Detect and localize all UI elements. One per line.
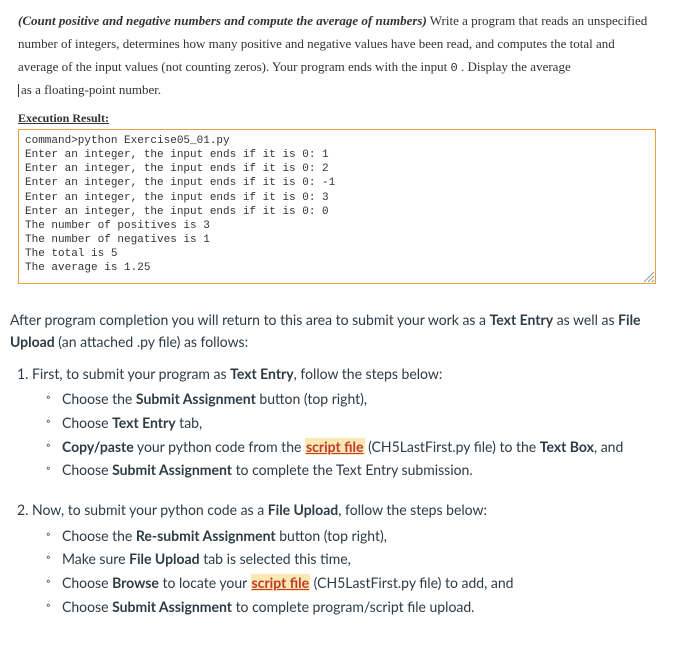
bullet-bold: Browse	[112, 574, 159, 591]
bullet-text: Choose	[62, 461, 112, 478]
bullet-bold: Text Box	[540, 438, 594, 455]
step-text: Now, to submit your python code as a	[32, 501, 268, 518]
bullet-text: Choose	[62, 598, 112, 615]
bullet-text: to locate your	[159, 574, 251, 591]
list-item: Copy/paste your python code from the scr…	[50, 436, 664, 458]
problem-title: (Count positive and negative numbers and…	[18, 13, 427, 28]
bullet-text: Choose	[62, 574, 112, 591]
bullet-text: , and	[594, 438, 623, 455]
bullet-text: tab,	[176, 414, 203, 431]
step-2: Now, to submit your python code as a Fil…	[32, 499, 664, 617]
exec-line: command>python Exercise05_01.py	[25, 135, 230, 147]
exec-line: Enter an integer, the input ends if it i…	[25, 163, 329, 175]
exec-line: The average is 1.25	[25, 262, 150, 274]
intro-paragraph: After program completion you will return…	[10, 309, 664, 352]
step-1-bullets: Choose the Submit Assignment button (top…	[32, 388, 664, 481]
submission-instructions: After program completion you will return…	[0, 284, 674, 649]
exec-line: The total is 5	[25, 248, 117, 260]
bullet-bold: Text Entry	[112, 414, 176, 431]
step-text: , follow the steps below:	[294, 365, 443, 382]
problem-body-3: as a floating-point number.	[21, 82, 161, 97]
bullet-text: your python code from the	[134, 438, 305, 455]
text-cursor	[18, 84, 19, 97]
bullet-text: button (top right),	[276, 527, 387, 544]
step-text: , follow the steps below:	[338, 501, 487, 518]
list-item: Make sure File Upload tab is selected th…	[50, 548, 664, 570]
resize-grip-icon[interactable]	[641, 269, 655, 283]
intro-text: After program completion you will return…	[10, 311, 490, 328]
execution-result-heading: Execution Result:	[18, 111, 674, 126]
list-item: Choose the Re-submit Assignment button (…	[50, 525, 664, 547]
bullet-text: Choose	[62, 414, 112, 431]
highlight-script-file: script file	[305, 438, 365, 455]
step-bold: Text Entry	[230, 365, 294, 382]
bullet-bold: File Upload	[129, 550, 200, 567]
step-1: First, to submit your program as Text En…	[32, 363, 664, 481]
bullet-text: (CH5LastFirst.py file) to the	[365, 438, 540, 455]
intro-bold-text-entry: Text Entry	[490, 311, 554, 328]
step-bold: File Upload	[268, 501, 339, 518]
bullet-bold: Submit Assignment	[112, 598, 232, 615]
step-2-bullets: Choose the Re-submit Assignment button (…	[32, 525, 664, 618]
bullet-text: Choose the	[62, 390, 136, 407]
exec-line: The number of positives is 3	[25, 220, 210, 232]
list-item: Choose Text Entry tab,	[50, 412, 664, 434]
step-text: First, to submit your program as	[32, 365, 230, 382]
list-item: Choose the Submit Assignment button (top…	[50, 388, 664, 410]
execution-output-box: command>python Exercise05_01.py Enter an…	[18, 129, 656, 284]
list-item: Choose Submit Assignment to complete pro…	[50, 596, 664, 618]
list-item: Choose Browse to locate your script file…	[50, 572, 664, 594]
bullet-text: tab is selected this time,	[200, 550, 351, 567]
exec-line: Enter an integer, the input ends if it i…	[25, 149, 329, 161]
highlight-script-file: script file	[251, 574, 311, 591]
bullet-text: to complete the Text Entry submission.	[232, 461, 473, 478]
problem-body-2: . Display the average	[458, 59, 571, 74]
exec-line: Enter an integer, the input ends if it i…	[25, 206, 329, 218]
problem-zero: 0	[451, 61, 458, 75]
bullet-text: (CH5LastFirst.py file) to add, and	[310, 574, 513, 591]
exec-line: Enter an integer, the input ends if it i…	[25, 177, 335, 189]
problem-statement: (Count positive and negative numbers and…	[0, 0, 674, 105]
exec-line: Enter an integer, the input ends if it i…	[25, 192, 329, 204]
exec-line: The number of negatives is 1	[25, 234, 210, 246]
bullet-bold: Submit Assignment	[136, 390, 256, 407]
bullet-bold: Re-submit Assignment	[136, 527, 276, 544]
bullet-bold: Submit Assignment	[112, 461, 232, 478]
bullet-text: Choose the	[62, 527, 136, 544]
bullet-text: Make sure	[62, 550, 129, 567]
bullet-text: button (top right),	[256, 390, 367, 407]
steps-list: First, to submit your program as Text En…	[10, 363, 664, 618]
intro-text: (an attached .py file) as follows:	[55, 333, 248, 350]
list-item: Choose Submit Assignment to complete the…	[50, 459, 664, 481]
bullet-bold: Copy/paste	[62, 438, 134, 455]
intro-text: as well as	[553, 311, 618, 328]
bullet-text: to complete program/script file upload.	[232, 598, 475, 615]
